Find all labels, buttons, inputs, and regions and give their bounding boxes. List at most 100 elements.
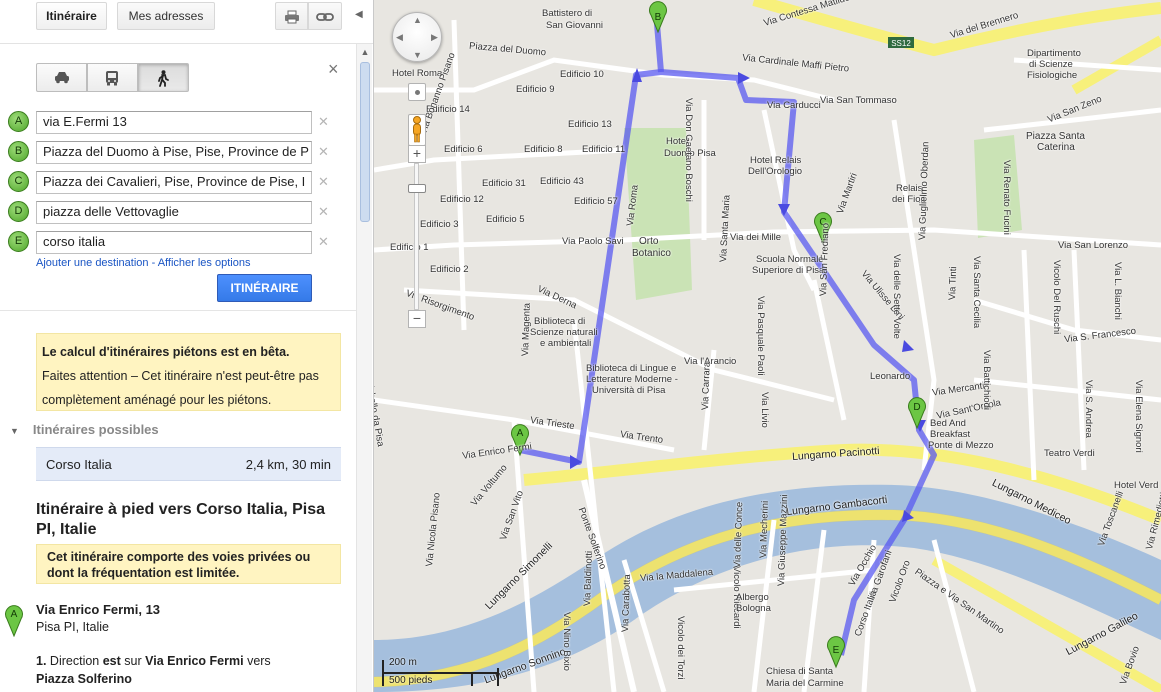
step-destination: Piazza Solferino [36,672,132,686]
show-options-link[interactable]: Afficher les options [158,257,251,269]
links-separator: - [148,257,158,269]
waypoint-d-input[interactable]: piazza delle Vettovaglie [36,201,312,224]
map-label: Via Santa Cecilia [971,256,982,329]
map-marker-b-letter: B [655,12,662,23]
map-marker-a-letter: A [517,428,524,439]
map-label: Via Nino Bixio [561,612,572,671]
map-label: Bed And [930,418,966,429]
map-label: Via Elena Signori [1133,380,1144,453]
map-label: Breakfast [930,429,971,440]
route-option-stats: 2,4 km, 30 min [245,457,331,472]
panel-scrollbar[interactable]: ▲ [356,44,372,692]
scale-imperial: 500 pieds [389,675,433,686]
waypoint-c-input[interactable]: Piazza dei Cavalieri, Pise, Province de … [36,171,312,194]
waypoint-e: E corso italia ✕ [8,231,338,255]
map-label: San Giovanni [546,20,604,31]
map-label: Maria del Carmine [766,678,844,689]
marker-e-icon[interactable]: E [8,231,29,252]
start-city: Pisa PI, Italie [36,620,109,634]
travel-mode-selector [36,63,189,92]
map-label: Via dei Mille [730,232,782,243]
remove-waypoint-a-icon[interactable]: ✕ [318,114,329,130]
map-label: Biblioteca di Lingue e [586,363,677,374]
divider [0,310,356,311]
waypoint-e-input[interactable]: corso italia [36,231,312,254]
mode-walk-button[interactable] [138,63,189,92]
mode-transit-button[interactable] [87,63,138,92]
marker-b-icon[interactable]: B [8,141,29,162]
map-label: Via delle Sette Volte [891,254,902,339]
map-label: Via L. Bianchi [1112,262,1123,320]
direction-step-1[interactable]: 1. Direction est sur Via Enrico Fermi ve… [36,652,336,688]
pan-up-icon[interactable]: ▲ [413,15,422,25]
step-text-3: vers [247,654,271,668]
map-label: Via Magenta [520,302,533,357]
start-marker-icon[interactable]: A [4,603,24,637]
map-label: Albergo [736,592,769,603]
pan-left-icon[interactable]: ◀ [396,32,403,43]
pan-down-icon[interactable]: ▼ [413,50,422,60]
marker-d-icon[interactable]: D [8,201,29,222]
map-label: Edificio 43 [540,176,584,187]
route-option[interactable]: Corso Italia 2,4 km, 30 min [36,447,341,481]
map-label: Fisiologiche [1027,70,1078,81]
scale-bar: 200 m 500 pieds [380,656,500,690]
walking-icon [158,70,169,87]
map-label: Via Paolo Savi [562,236,624,247]
link-button[interactable] [308,2,342,30]
map-label: e ambientali [540,338,592,349]
remove-waypoint-b-icon[interactable]: ✕ [318,144,329,160]
directions-title: Itinéraire à pied vers Corso Italia, Pis… [36,501,326,538]
link-icon [316,13,334,21]
waypoint-c: C Piazza dei Cavalieri, Pise, Province d… [8,171,338,195]
scrollbar-thumb[interactable] [360,62,370,222]
panel-toolbar: Itinéraire Mes adresses ◀ [0,0,373,44]
scroll-up-icon[interactable]: ▲ [357,47,373,61]
map-label: Edificio 5 [486,214,525,225]
waypoint-a-input[interactable]: via E.Fermi 13 [36,111,312,134]
map-marker-e-letter: E [833,645,840,656]
waypoint-a: A via E.Fermi 13 ✕ [8,111,338,135]
zoom-in-button[interactable]: + [408,145,426,163]
add-destination-link[interactable]: Ajouter une destination [36,257,149,269]
mode-car-button[interactable] [36,63,87,92]
marker-a-icon[interactable]: A [8,111,29,132]
map-canvas[interactable]: A B C D E SS12 Battistero di San Giovann… [374,0,1161,692]
map-label: Edificio 2 [430,264,469,275]
waypoint-d: D piazza delle Vettovaglie ✕ [8,201,338,225]
step-text-2: sur [124,654,142,668]
tab-my-addresses[interactable]: Mes adresses [117,2,215,30]
map-label: Biblioteca di [534,316,586,327]
waypoint-b-input[interactable]: Piazza del Duomo à Pise, Pise, Province … [36,141,312,164]
remove-waypoint-d-icon[interactable]: ✕ [318,204,329,220]
my-location-button[interactable] [408,83,426,101]
map-label: Orto [639,236,659,247]
remove-waypoint-e-icon[interactable]: ✕ [318,234,329,250]
route-option-name: Corso Italia [46,457,112,472]
map-label: Letterature Moderne - [586,374,678,385]
map-label: Edificio 3 [420,219,459,230]
map-label: Leonardo [870,371,911,382]
map-label: Bologna [736,603,771,614]
scale-metric: 200 m [389,657,417,668]
map-label: Battistero di [542,8,593,19]
map-label: Via Carabotta [620,574,634,633]
street-view-pegman[interactable] [408,114,426,146]
map-label: Hotel Relais [750,155,802,166]
collapse-panel-icon[interactable]: ◀ [355,9,365,21]
tab-itinerary[interactable]: Itinéraire [36,2,107,30]
zoom-slider-handle[interactable] [408,184,426,193]
marker-c-icon[interactable]: C [8,171,29,192]
map-label: Edificio 6 [444,144,483,155]
maps-app: Itinéraire Mes adresses ◀ ▲ × A via E.Fe… [0,0,1161,692]
possible-routes-heading[interactable]: ▼ Itinéraires possibles [10,422,159,437]
map-label: Dell'Orologio [748,166,803,177]
piazza-santa-caterina-park [974,135,1022,238]
remove-waypoint-c-icon[interactable]: ✕ [318,174,329,190]
get-directions-button[interactable]: ITINÉRAIRE [217,274,312,302]
print-button[interactable] [275,2,308,30]
pan-right-icon[interactable]: ▶ [431,32,438,43]
close-directions-icon[interactable]: × [328,59,339,80]
zoom-out-button[interactable]: − [408,310,426,328]
pan-control[interactable]: ▲ ▼ ◀ ▶ [392,12,442,62]
